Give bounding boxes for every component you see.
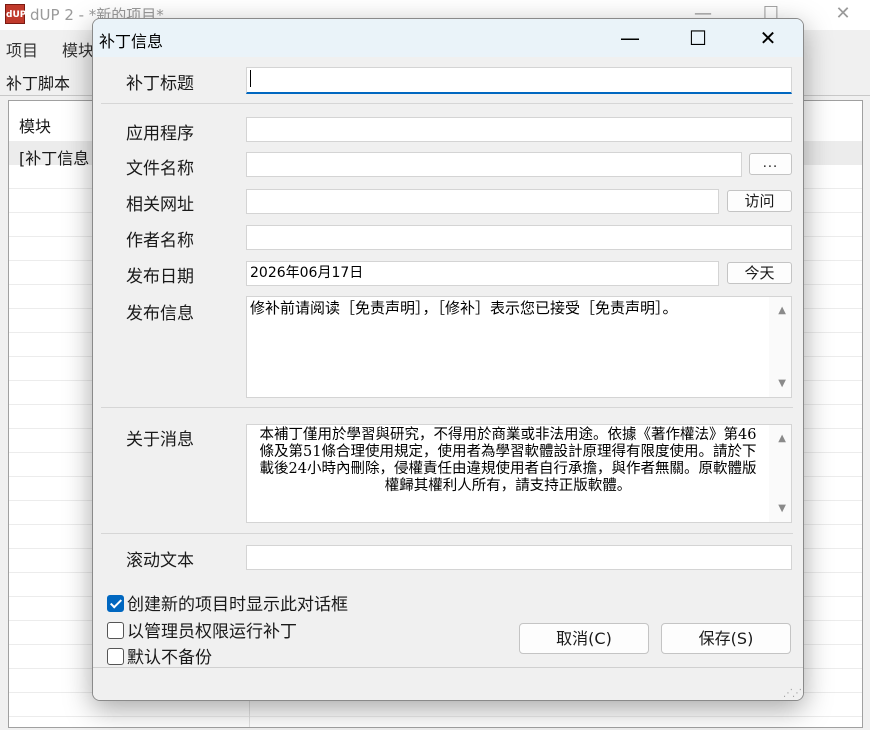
patch-info-dialog: 补丁信息 — ☐ ✕ 补丁标题 应用程序 文件名称 ... 相关网址 访问 作者…	[92, 18, 804, 701]
checkbox-unchecked-icon[interactable]	[107, 622, 124, 639]
dialog-title: 补丁信息	[99, 32, 164, 51]
release-info-text: 修补前请阅读［免责声明］，［修补］表示您已接受［免责声明］。	[250, 299, 678, 317]
dialog-status-strip: ⋰⋰	[93, 667, 803, 700]
checkbox-unchecked-icon[interactable]	[107, 648, 124, 665]
file-name-label: 文件名称	[126, 159, 194, 179]
scroll-down-icon[interactable]: ▼	[778, 503, 786, 514]
patch-title-input[interactable]	[246, 67, 792, 94]
list-item[interactable]: [补丁信息	[19, 145, 89, 169]
dialog-maximize-icon[interactable]: ☐	[663, 19, 733, 57]
app-logo-icon: dUP	[5, 4, 26, 24]
file-name-input[interactable]	[246, 152, 742, 177]
dialog-titlebar: 补丁信息 — ☐ ✕	[93, 19, 803, 57]
checkbox-label: 默认不备份	[127, 648, 212, 668]
patch-title-label: 补丁标题	[126, 74, 194, 94]
scroll-down-icon[interactable]: ▼	[778, 378, 786, 389]
separator	[101, 407, 793, 408]
menu-module[interactable]: 模块	[62, 37, 94, 61]
checkbox-label: 以管理员权限运行补丁	[127, 622, 297, 642]
checkbox-label: 创建新的项目时显示此对话框	[127, 595, 348, 615]
show-dialog-on-new-checkbox[interactable]: 创建新的项目时显示此对话框	[107, 590, 348, 615]
menu-project[interactable]: 项目	[6, 37, 38, 61]
text-caret	[250, 69, 251, 87]
release-info-label: 发布信息	[126, 304, 194, 324]
no-backup-checkbox[interactable]: 默认不备份	[107, 643, 212, 668]
browse-button[interactable]: ...	[749, 153, 792, 175]
dialog-minimize-icon[interactable]: —	[595, 19, 665, 57]
checkbox-checked-icon[interactable]	[107, 595, 124, 612]
run-as-admin-checkbox[interactable]: 以管理员权限运行补丁	[107, 617, 297, 642]
release-date-label: 发布日期	[126, 267, 194, 287]
scroll-text-input[interactable]	[246, 545, 792, 570]
about-message-scrollbar[interactable]: ▲ ▼	[769, 425, 791, 522]
about-message-text: 本補丁僅用於學習與研究，不得用於商業或非法用途。依據《著作權法》第46條及第51…	[259, 427, 757, 494]
scroll-up-icon[interactable]: ▲	[778, 305, 786, 316]
author-input[interactable]	[246, 225, 792, 250]
dialog-close-icon[interactable]: ✕	[733, 19, 803, 57]
application-label: 应用程序	[126, 124, 194, 144]
list-header: 模块	[19, 117, 52, 136]
close-icon[interactable]: ✕	[820, 0, 866, 30]
separator	[101, 103, 793, 104]
related-url-input[interactable]	[246, 189, 719, 214]
tab-patch-script[interactable]: 补丁脚本	[0, 68, 76, 96]
release-date-input[interactable]: 2026年06月17日	[246, 261, 719, 286]
scroll-up-icon[interactable]: ▲	[778, 433, 786, 444]
about-message-label: 关于消息	[126, 430, 194, 450]
author-label: 作者名称	[126, 231, 194, 251]
save-button[interactable]: 保存(S)	[661, 623, 791, 654]
release-info-scrollbar[interactable]: ▲ ▼	[769, 297, 791, 397]
application-input[interactable]	[246, 117, 792, 142]
about-message-textarea[interactable]: 本補丁僅用於學習與研究，不得用於商業或非法用途。依據《著作權法》第46條及第51…	[246, 424, 792, 523]
today-button[interactable]: 今天	[727, 262, 792, 284]
related-url-label: 相关网址	[126, 195, 194, 215]
visit-button[interactable]: 访问	[727, 190, 792, 212]
cancel-button[interactable]: 取消(C)	[519, 623, 649, 654]
separator	[101, 533, 793, 534]
scroll-text-label: 滚动文本	[126, 551, 194, 571]
resize-grip-icon[interactable]: ⋰⋰	[783, 688, 802, 699]
release-info-textarea[interactable]: 修补前请阅读［免责声明］，［修补］表示您已接受［免责声明］。 ▲ ▼	[246, 296, 792, 398]
